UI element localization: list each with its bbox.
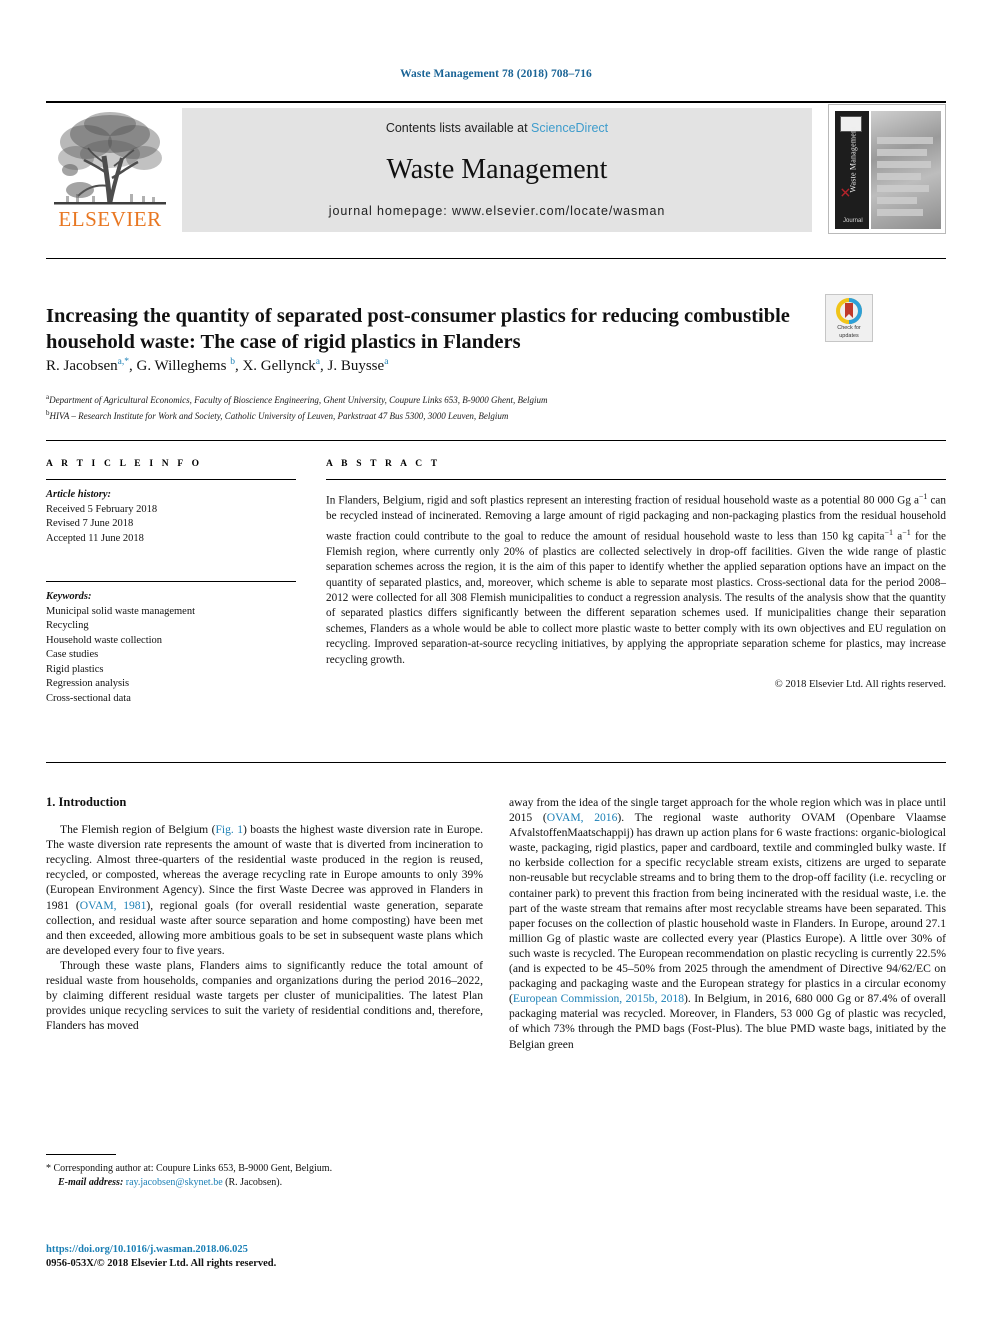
journal-homepage[interactable]: journal homepage: www.elsevier.com/locat… xyxy=(182,204,812,218)
masthead-top-rule xyxy=(46,101,946,103)
intro-paragraph-3: away from the idea of the single target … xyxy=(509,796,947,1051)
citation-ovam-2016[interactable]: OVAM, 2016 xyxy=(547,811,618,824)
keywords-block: Keywords: Municipal solid waste manageme… xyxy=(46,590,296,706)
doi-link[interactable]: https://doi.org/10.1016/j.wasman.2018.06… xyxy=(46,1243,646,1257)
intro-paragraph-2: Through these waste plans, Flanders aims… xyxy=(46,958,483,1033)
crossmark-label-line1: Check for xyxy=(837,325,861,331)
corresponding-author-footnote: * Corresponding author at: Coupure Links… xyxy=(46,1154,483,1189)
info-top-rule xyxy=(46,440,946,441)
keyword-item: Case studies xyxy=(46,649,99,660)
cover-footer-text: Journal xyxy=(843,218,863,224)
section-heading-introduction: 1. Introduction xyxy=(46,795,127,809)
issn-copyright-line: 0956-053X/© 2018 Elsevier Ltd. All right… xyxy=(46,1258,277,1269)
body-divider xyxy=(46,762,946,763)
author-list: R. Jacobsena,*, G. Willeghems b, X. Gell… xyxy=(46,357,389,374)
history-accepted: Accepted 11 June 2018 xyxy=(46,532,144,544)
page-footer-meta: https://doi.org/10.1016/j.wasman.2018.06… xyxy=(46,1243,646,1271)
footnote-corresponding-line: * Corresponding author at: Coupure Links… xyxy=(46,1162,483,1176)
keyword-item: Recycling xyxy=(46,620,89,631)
figure-reference-link[interactable]: Fig. 1 xyxy=(215,823,243,836)
body-column-left: 1. Introduction The Flemish region of Be… xyxy=(46,795,483,1033)
keyword-item: Rigid plastics xyxy=(46,663,104,675)
contents-prefix: Contents lists available at xyxy=(385,121,532,135)
abstract-copyright: © 2018 Elsevier Ltd. All rights reserved… xyxy=(774,678,946,690)
crossmark-icon xyxy=(836,298,862,324)
keywords-rule xyxy=(46,581,296,582)
journal-cover-thumbnail[interactable]: Waste Management ✕ Journal xyxy=(828,104,946,234)
crossmark-label-line2: updates xyxy=(839,332,859,339)
abstract-heading: A B S T R A C T xyxy=(326,459,441,469)
cover-spine: Waste Management ✕ Journal xyxy=(835,111,869,229)
author-1[interactable]: R. Jacobsena,* xyxy=(46,357,129,374)
title-divider xyxy=(46,258,946,259)
elsevier-tree-icon xyxy=(54,112,166,205)
running-head: Waste Management 78 (2018) 708–716 xyxy=(400,68,592,80)
article-info-rule xyxy=(46,479,296,480)
keyword-item: Municipal solid waste management xyxy=(46,605,196,617)
affiliation-a: aDepartment of Agricultural Economics, F… xyxy=(46,393,548,405)
paper-page: Waste Management 78 (2018) 708–716 ELSEV… xyxy=(0,0,992,1323)
article-history-label: Article history: xyxy=(46,489,112,500)
email-owner: (R. Jacobsen). xyxy=(225,1176,283,1188)
footnote-email-line: E-mail address: ray.jacobsen@skynet.be (… xyxy=(46,1176,483,1190)
footnote-rule xyxy=(46,1154,116,1155)
contents-available-line: Contents lists available at ScienceDirec… xyxy=(182,121,812,135)
keyword-item: Cross-sectional data xyxy=(46,692,131,704)
body-column-right: away from the idea of the single target … xyxy=(509,795,946,1052)
citation-ovam-1981[interactable]: OVAM, 1981 xyxy=(80,899,147,912)
intro-paragraph-1: The Flemish region of Belgium (Fig. 1) b… xyxy=(46,823,483,957)
email-address-link[interactable]: ray.jacobsen@skynet.be xyxy=(126,1177,223,1188)
abstract-text: In Flanders, Belgium, rigid and soft pla… xyxy=(326,492,947,666)
abstract-column: A B S T R A C T In Flanders, Belgium, ri… xyxy=(326,459,946,690)
affiliation-b: bHIVA – Research Institute for Work and … xyxy=(46,409,509,421)
author-4[interactable]: J. Buyssea xyxy=(328,357,389,374)
keyword-item: Regression analysis xyxy=(46,678,130,689)
journal-title: Waste Management xyxy=(386,154,608,185)
article-history-block: Article history: Received 5 February 201… xyxy=(46,488,296,546)
abstract-rule xyxy=(326,479,946,480)
page-title: Increasing the quantity of separated pos… xyxy=(46,304,790,353)
keywords-label: Keywords: xyxy=(46,591,92,602)
footnote-corresponding-text: Corresponding author at: Coupure Links 6… xyxy=(53,1163,333,1174)
author-2[interactable]: G. Willeghems b xyxy=(137,357,235,374)
elsevier-logo: ELSEVIER xyxy=(46,108,174,232)
article-info-heading: A R T I C L E I N F O xyxy=(46,459,203,469)
journal-masthead: ELSEVIER Contents lists available at Sci… xyxy=(46,101,946,234)
email-address-label: E-mail address: xyxy=(58,1176,124,1188)
history-received: Received 5 February 2018 xyxy=(46,503,158,515)
elsevier-wordmark: ELSEVIER xyxy=(58,207,162,231)
citation-european-commission[interactable]: European Commission, 2015b, 2018 xyxy=(513,992,684,1005)
keyword-item: Household waste collection xyxy=(46,634,163,646)
author-3[interactable]: X. Gellyncka xyxy=(242,357,320,374)
footnote-star: * xyxy=(46,1163,51,1174)
sciencedirect-link[interactable]: ScienceDirect xyxy=(531,121,608,135)
cover-x-mark: ✕ xyxy=(839,186,855,199)
article-info-column: A R T I C L E I N F O Article history: R… xyxy=(46,459,296,706)
history-revised: Revised 7 June 2018 xyxy=(46,518,134,529)
cover-image xyxy=(871,111,941,229)
masthead-band: Contents lists available at ScienceDirec… xyxy=(182,108,812,232)
crossmark-badge[interactable]: Check for updates xyxy=(825,294,873,342)
affiliation-list: aDepartment of Agricultural Economics, F… xyxy=(46,391,866,423)
